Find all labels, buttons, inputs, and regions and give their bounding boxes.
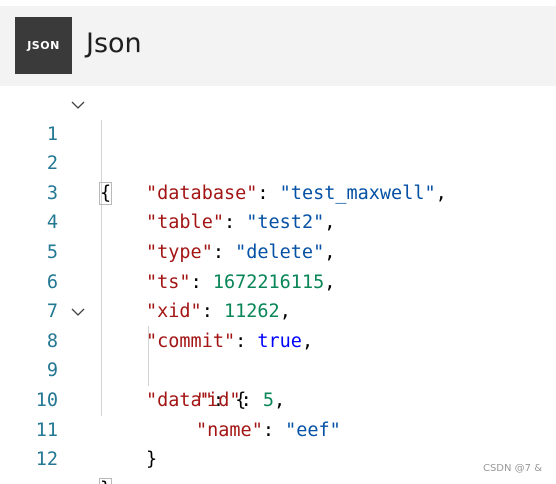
chevron-down-icon[interactable]	[70, 304, 86, 320]
code-content: }	[146, 445, 157, 475]
close-brace: }	[98, 477, 113, 484]
json-logo-text: JSON	[27, 39, 60, 52]
watermark: CSDN @7 &	[482, 463, 542, 474]
code-line-6[interactable]: 6 "xid": 11262,	[0, 238, 556, 323]
code-line-3[interactable]: 3 "table": "test2",	[0, 149, 556, 234]
json-logo: JSON	[15, 17, 72, 74]
code-line-9[interactable]: 9 "id": 5,	[0, 327, 556, 411]
code-line-10[interactable]: 10 "name": "eef"	[0, 356, 556, 441]
header-bar: JSON Json	[0, 6, 556, 86]
chevron-down-icon[interactable]	[70, 97, 86, 113]
json-viewer-window: JSON Json 1 { 2 "database": "test_maxwel…	[0, 0, 556, 484]
code-line-8[interactable]: 8 "data": {	[0, 297, 556, 411]
code-line-4[interactable]: 4 "type": "delete",	[0, 179, 556, 263]
code-line-5[interactable]: 5 "ts": 1672216115,	[0, 208, 556, 293]
code-line-1[interactable]: 1 {	[0, 90, 556, 205]
line-number: 12	[35, 449, 58, 471]
code-line-2[interactable]: 2 "database": "test_maxwell",	[0, 120, 556, 204]
close-brace: }	[146, 449, 158, 471]
code-line-7[interactable]: 7 "commit": true,	[0, 268, 556, 352]
code-line-12[interactable]: 12 }	[0, 416, 556, 484]
code-line-11[interactable]: 11 }	[0, 386, 556, 471]
page-title: Json	[86, 28, 142, 59]
code-content: }	[98, 475, 113, 484]
